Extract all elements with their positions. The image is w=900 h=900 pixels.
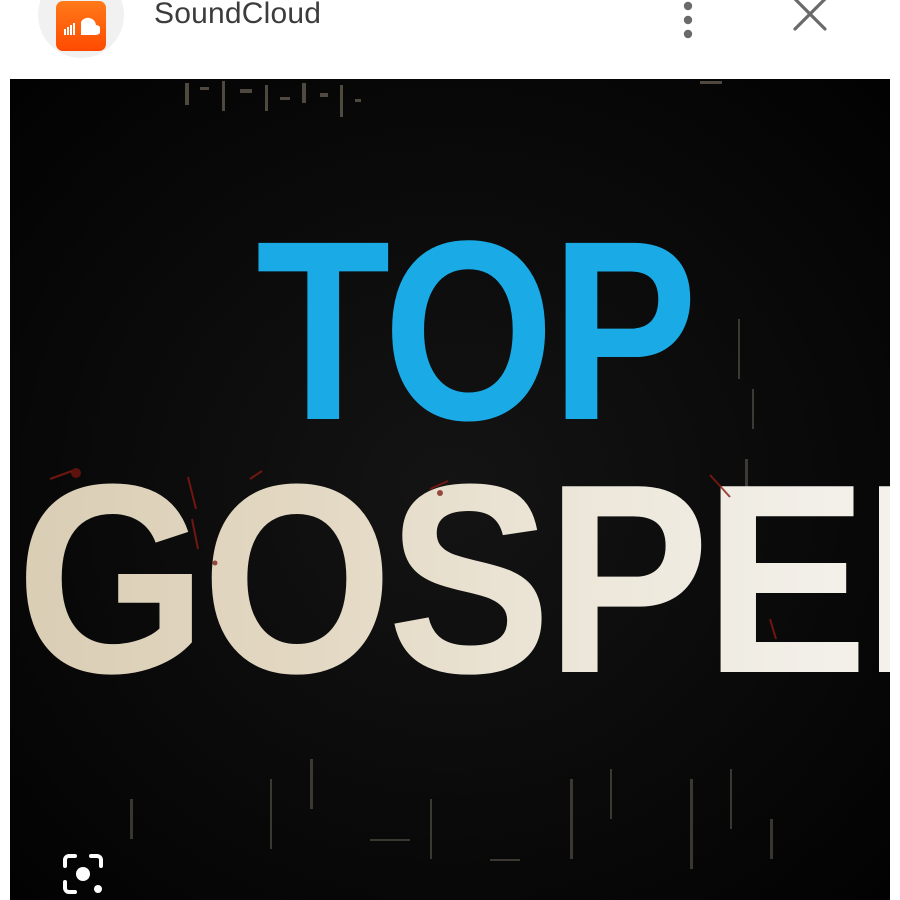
more-options-button[interactable] [664, 0, 712, 44]
album-artwork[interactable]: TOP GOSPEL [10, 79, 890, 900]
soundcloud-logo-icon [56, 1, 106, 51]
source-logo[interactable] [38, 0, 124, 58]
source-title[interactable]: SoundCloud [154, 0, 321, 34]
blood-splatter-marks [49, 468, 777, 640]
visual-search-icon [63, 854, 103, 894]
cloud-icon [64, 17, 100, 35]
visual-search-button[interactable] [54, 848, 112, 900]
close-icon [793, 0, 827, 31]
source-header: SoundCloud [0, 0, 900, 72]
image-viewer: SoundCloud TOP GOSPE [0, 0, 900, 900]
more-vertical-icon [683, 1, 693, 39]
close-button[interactable] [784, 0, 836, 40]
